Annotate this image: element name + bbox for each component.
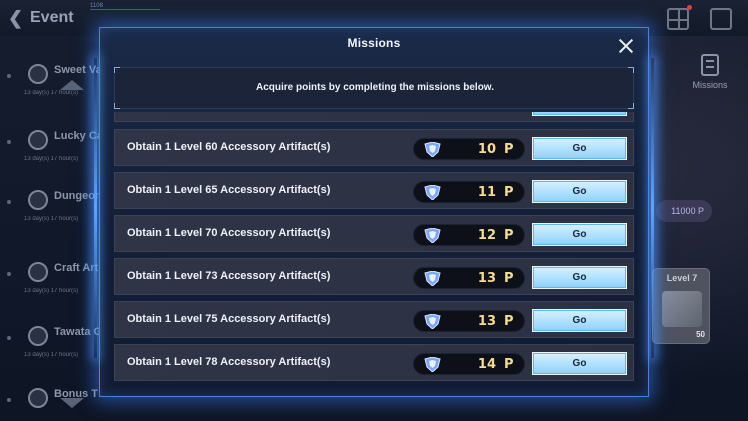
points-value: 13 [477,314,496,329]
shield-badge-icon [424,271,441,286]
go-button[interactable]: Go [532,352,627,375]
mission-label: Obtain 1 Level 60 Accessory Artifact(s) [127,141,331,153]
sidebar-item-time: 13 day(s) 17 hour(s) [24,90,79,96]
points-unit: P [504,314,514,329]
mission-row: Obtain 1 Level 70 Accessory Artifact(s) … [114,215,634,252]
go-button[interactable]: Go [532,180,627,203]
sidebar-dot [7,272,11,276]
back-arrow-icon[interactable]: ❮ [8,8,23,29]
sidebar-item[interactable]: Bonus T [0,376,100,421]
notification-dot [687,5,692,10]
mission-row [114,112,634,122]
heart-icon [28,64,48,84]
mission-label: Obtain 1 Level 78 Accessory Artifact(s) [127,356,331,368]
missions-dialog: Missions Acquire points by completing th… [94,27,654,397]
points-pill: 10 P [413,138,525,160]
sidebar-item[interactable]: Craft Art 13 day(s) 17 hour(s) [0,250,100,300]
shield-badge-icon [424,357,441,372]
points-value: 14 [477,357,496,372]
mission-label: Obtain 1 Level 65 Accessory Artifact(s) [127,184,331,196]
mission-row: Obtain 1 Level 73 Accessory Artifact(s) … [114,258,634,295]
mission-row: Obtain 1 Level 78 Accessory Artifact(s) … [114,344,634,381]
dialog-title: Missions [347,36,401,50]
shield-badge-icon [424,314,441,329]
points-unit: P [504,271,514,286]
sidebar-item-time: 13 day(s) 17 hour(s) [24,216,79,222]
sidebar-item[interactable]: Lucky Ca 13 day(s) 17 hour(s) [0,118,100,168]
go-button[interactable]: Go [532,309,627,332]
points-unit: P [504,142,514,157]
reward-count: 50 [696,330,705,339]
missions-list-icon [701,54,719,76]
total-points-pill: 11000 P [656,200,712,222]
points-pill: 13 P [413,310,525,332]
shield-badge-icon [424,185,441,200]
points-pill: 11 P [413,181,525,203]
points-unit: P [504,228,514,243]
book-icon[interactable] [710,8,732,30]
points-value: 11 [477,185,496,200]
event-title: Event [30,9,74,26]
mission-row: Obtain 1 Level 75 Accessory Artifact(s) … [114,301,634,338]
info-banner: Acquire points by completing the mission… [114,67,634,109]
corner-decoration [628,103,634,109]
missions-shortcut-label: Missions [692,80,728,90]
dungeon-icon [28,190,48,210]
mission-label: Obtain 1 Level 70 Accessory Artifact(s) [127,227,331,239]
sidebar-dot [7,74,11,78]
points-pill: 12 P [413,224,525,246]
sidebar-dot [7,200,11,204]
go-button[interactable]: Go [532,137,627,160]
sidebar-item-time: 13 day(s) 17 hour(s) [24,156,79,162]
grid-menu-icon[interactable] [667,8,689,30]
shield-badge-icon [424,142,441,157]
scroll-down-chevron-icon[interactable] [60,398,84,408]
clover-icon [28,130,48,150]
growth-icon [28,326,48,346]
bonus-icon [28,388,48,408]
go-button[interactable] [532,112,627,116]
missions-shortcut-button[interactable]: Missions [686,52,734,98]
points-value: 12 [477,228,496,243]
sidebar-dot [7,140,11,144]
corner-decoration [628,67,634,73]
go-button[interactable]: Go [532,223,627,246]
uid-label: 1108 [90,3,160,10]
event-sidebar: Sweet Valentine 13 day(s) 17 hour(s) Luc… [0,40,100,421]
reward-item-image [662,291,702,327]
points-unit: P [504,185,514,200]
sidebar-item[interactable]: Sweet Valentine 13 day(s) 17 hour(s) [0,52,100,102]
sidebar-item[interactable]: Tawata Growth 13 day(s) 17 hour(s) [0,314,100,364]
go-button[interactable]: Go [532,266,627,289]
points-pill: 13 P [413,267,525,289]
points-value: 13 [477,271,496,286]
points-pill: 14 P [413,353,525,375]
sidebar-item-time: 13 day(s) 17 hour(s) [24,288,79,294]
mission-label: Obtain 1 Level 75 Accessory Artifact(s) [127,313,331,325]
level-reward-label: Level 7 [666,273,698,283]
close-icon[interactable] [614,34,638,58]
level-reward-card[interactable]: Level 7 50 [652,268,710,344]
sidebar-dot [7,336,11,340]
points-unit: P [504,357,514,372]
sidebar-item[interactable]: Dungeon Exploration Challenge 13 day(s) … [0,178,100,228]
craft-icon [28,262,48,282]
corner-decoration [114,103,120,109]
corner-decoration [114,67,120,73]
shield-badge-icon [424,228,441,243]
mission-row: Obtain 1 Level 60 Accessory Artifact(s) … [114,129,634,166]
sidebar-item-time: 13 day(s) 17 hour(s) [24,352,79,358]
points-value: 10 [477,142,496,157]
sidebar-dot [7,398,11,402]
mission-row: Obtain 1 Level 65 Accessory Artifact(s) … [114,172,634,209]
mission-list[interactable]: Obtain 1 Level 60 Accessory Artifact(s) … [114,112,636,396]
info-text: Acquire points by completing the mission… [256,82,494,93]
mission-label: Obtain 1 Level 73 Accessory Artifact(s) [127,270,331,282]
